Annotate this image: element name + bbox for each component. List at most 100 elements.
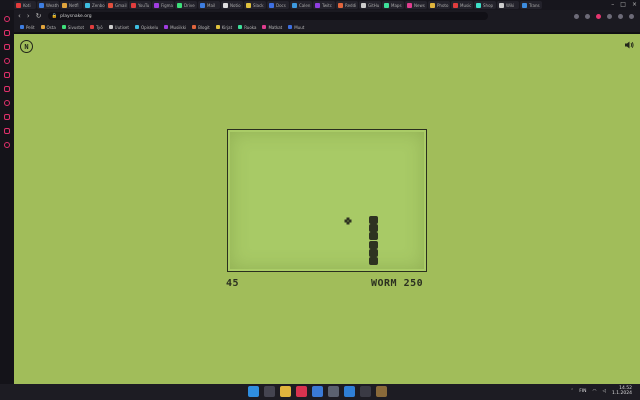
browser-tab[interactable]: News: [405, 1, 427, 9]
close-icon[interactable]: ×: [632, 1, 637, 9]
language-indicator[interactable]: FIN: [579, 389, 586, 394]
browser-tab[interactable]: Drive: [175, 1, 197, 9]
browser-tab[interactable]: Shop: [474, 1, 496, 9]
score-display: 45: [226, 278, 240, 289]
extension-icon[interactable]: [618, 13, 623, 19]
chevron-up-icon[interactable]: ˄: [571, 389, 573, 394]
food-icon: [344, 217, 352, 225]
browser-tab[interactable]: Docs: [267, 1, 289, 9]
bookmark-item[interactable]: Musiikki: [164, 25, 186, 30]
bookmark-item[interactable]: Matkat: [262, 25, 282, 30]
bookmark-item[interactable]: Sivustot: [61, 24, 85, 30]
taskbar-settings-icon[interactable]: [328, 386, 339, 397]
bookmark-favicon-icon: [192, 25, 197, 29]
bookmark-label: Sivustot: [67, 24, 85, 30]
tab-favicon-icon: [16, 2, 21, 8]
volume-icon[interactable]: ◁: [602, 389, 605, 394]
menu-icon[interactable]: [629, 13, 634, 19]
browser-tab[interactable]: Zenbo: [83, 1, 105, 9]
bookmark-label: Osta: [46, 24, 56, 30]
snake-segment: [369, 248, 378, 257]
browser-tab[interactable]: Slack: [244, 1, 266, 9]
browser-tab[interactable]: Mail: [198, 1, 220, 9]
sidebar-history-icon[interactable]: [4, 100, 10, 106]
browser-tab[interactable]: Netfl: [60, 1, 82, 9]
extension-icon[interactable]: [607, 13, 612, 19]
bookmark-item[interactable]: Opiskelu: [134, 25, 158, 30]
browser-tab[interactable]: Weath: [37, 1, 59, 9]
taskbar-other-icon[interactable]: [376, 386, 387, 397]
browser-tab[interactable]: YouTu: [129, 1, 151, 9]
bookmark-favicon-icon: [20, 25, 24, 29]
browser-tab[interactable]: Calen: [290, 1, 312, 9]
high-score-display: WORM 250: [371, 278, 424, 289]
bookmark-favicon-icon: [164, 25, 169, 29]
taskbar-search-icon[interactable]: [264, 386, 275, 397]
sidebar-extensions-icon[interactable]: [4, 128, 10, 134]
bookmark-item[interactable]: Blogit: [192, 25, 210, 30]
bookmark-item[interactable]: Kirjat: [215, 25, 232, 30]
bookmark-favicon-icon: [90, 25, 95, 29]
address-bar[interactable]: 🔒 playsnake.org: [47, 12, 488, 20]
browser-tab[interactable]: Figma: [152, 1, 174, 9]
browser-sidebar: [0, 10, 14, 384]
taskbar-terminal-icon[interactable]: [360, 386, 371, 397]
bookmark-item[interactable]: Osta: [40, 24, 56, 30]
tab-label: Zenbo: [92, 2, 105, 8]
browser-tab[interactable]: Wiki: [497, 1, 519, 9]
game-board-field: [230, 132, 424, 269]
game-board[interactable]: [227, 129, 427, 272]
bookmark-favicon-icon: [40, 25, 45, 29]
bookmark-label: Muut: [294, 24, 305, 30]
taskbar-files-icon[interactable]: [280, 386, 291, 397]
browser-tab[interactable]: Trans: [520, 1, 542, 9]
browser-tab[interactable]: Notio: [221, 1, 243, 9]
snake-segment: [369, 257, 378, 265]
tab-label: Slack: [253, 2, 264, 8]
taskbar-opera-icon[interactable]: [296, 386, 307, 397]
sidebar-discord-icon[interactable]: [4, 72, 10, 78]
tab-label: Twitc: [322, 2, 332, 8]
sidebar-settings-icon[interactable]: [4, 142, 10, 148]
snake-segment: [369, 224, 378, 233]
bookmark-item[interactable]: Ruoka: [238, 25, 256, 30]
browser-tab[interactable]: Reddi: [336, 1, 358, 9]
taskbar-store-icon[interactable]: [312, 386, 323, 397]
extension-icon[interactable]: [596, 13, 601, 19]
bookmark-item[interactable]: Pelit: [20, 25, 35, 30]
extension-icon[interactable]: [585, 13, 590, 19]
browser-tab[interactable]: Koti: [14, 1, 36, 9]
browser-tab[interactable]: Photo: [428, 1, 450, 9]
tab-label: Photo: [437, 2, 449, 8]
clock[interactable]: 14.52 1.1.2024: [612, 386, 632, 396]
sidebar-bookmarks-icon[interactable]: [4, 86, 10, 92]
bookmark-item[interactable]: Muut: [288, 25, 304, 30]
sidebar-downloads-icon[interactable]: [4, 114, 10, 120]
browser-tab[interactable]: GitHu: [359, 1, 381, 9]
browser-tab[interactable]: Gmail: [106, 1, 128, 9]
logo-icon[interactable]: N: [20, 40, 33, 53]
sidebar-music-icon[interactable]: [4, 58, 10, 64]
tab-label: Notio: [230, 2, 241, 8]
sidebar-twitch-icon[interactable]: [4, 44, 10, 50]
bookmark-item[interactable]: Työ: [90, 25, 103, 30]
browser-tab[interactable]: Music: [451, 1, 473, 9]
taskbar-start-icon[interactable]: [248, 386, 259, 397]
browser-tab[interactable]: Maps: [382, 1, 404, 9]
tab-favicon-icon: [499, 2, 504, 8]
snake-segment: [369, 216, 378, 224]
sidebar-home-icon[interactable]: [4, 16, 10, 22]
browser-tab[interactable]: Twitc: [313, 1, 335, 9]
back-arrow-icon[interactable]: ‹: [18, 11, 21, 21]
speaker-icon[interactable]: [624, 40, 634, 50]
tab-favicon-icon: [384, 2, 389, 8]
extension-icon[interactable]: [574, 13, 579, 19]
forward-arrow-icon[interactable]: ›: [27, 11, 30, 21]
minimize-icon[interactable]: –: [611, 1, 614, 9]
reload-icon[interactable]: ↻: [36, 11, 42, 21]
wifi-icon[interactable]: ◠: [593, 389, 597, 394]
maximize-icon[interactable]: □: [620, 1, 626, 9]
sidebar-messenger-icon[interactable]: [4, 30, 10, 36]
taskbar-vscode-icon[interactable]: [344, 386, 355, 397]
bookmark-item[interactable]: Uutiset: [108, 25, 129, 30]
